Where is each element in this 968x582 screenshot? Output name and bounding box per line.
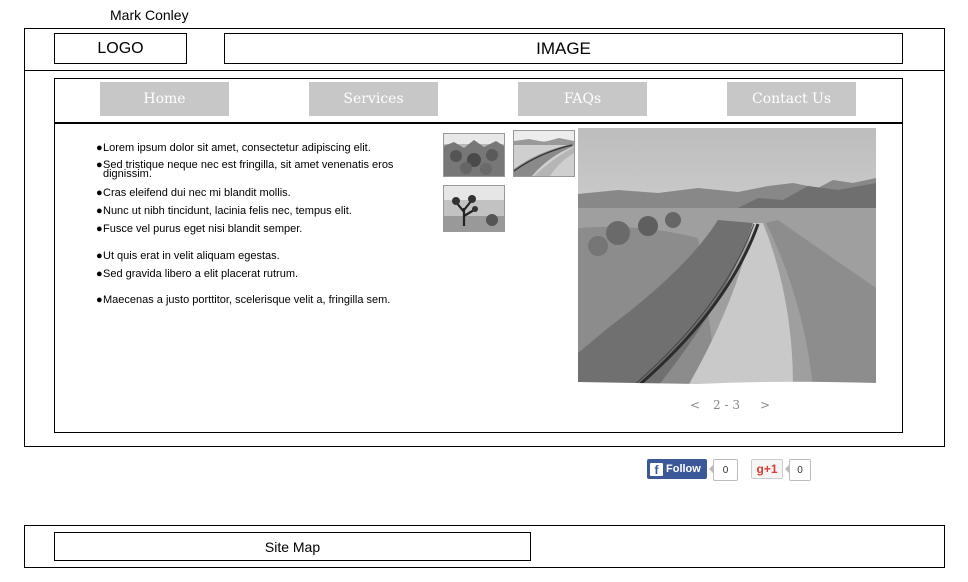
bullet-dot: ● <box>96 205 103 217</box>
list-item: ● Sed gravida libero a elit placerat rut… <box>96 268 406 280</box>
list-item-text: Fusce vel purus eget nisi blandit semper… <box>103 223 303 235</box>
bullet-dot: ● <box>96 223 103 235</box>
facebook-follow-label: Follow <box>666 463 701 475</box>
list-item: ● Fusce vel purus eget nisi blandit semp… <box>96 223 406 235</box>
gallery-thumbnail[interactable] <box>443 133 505 177</box>
facebook-count: 0 <box>709 459 738 481</box>
nav-services-button[interactable]: Services <box>309 82 438 116</box>
main-gallery-photo <box>578 128 876 386</box>
list-item-text: Maecenas a justo porttitor, scelerisque … <box>103 294 391 306</box>
pager-status: 2 - 3 <box>713 398 740 412</box>
list-item: ● Cras eleifend dui nec mi blandit molli… <box>96 187 406 199</box>
nav-contact-button[interactable]: Contact Us <box>727 82 856 116</box>
list-item: ● Nunc ut nibh tincidunt, lacinia felis … <box>96 205 406 217</box>
bullet-dot: ● <box>96 159 103 171</box>
bullet-dot: ● <box>96 268 103 280</box>
site-title: Mark Conley <box>110 7 189 23</box>
list-item-text: Sed gravida libero a elit placerat rutru… <box>103 268 299 280</box>
bullet-dot: ● <box>96 294 103 306</box>
gallery-pager: < 2 - 3 > <box>690 398 780 416</box>
list-item: ● Ut quis erat in velit aliquam egestas. <box>96 250 406 262</box>
list-item: ● Maecenas a justo porttitor, scelerisqu… <box>96 294 406 306</box>
gallery-thumbnail[interactable] <box>443 185 505 232</box>
google-plus-button[interactable]: g+1 <box>751 459 783 479</box>
pager-prev-button[interactable]: < <box>690 398 700 412</box>
header-image-placeholder: IMAGE <box>224 33 903 64</box>
list-item-text: Lorem ipsum dolor sit amet, consectetur … <box>103 142 371 154</box>
pager-next-button[interactable]: > <box>760 398 770 412</box>
google-plus-count: 0 <box>785 459 811 481</box>
nav-home-button[interactable]: Home <box>100 82 229 116</box>
nav-faqs-button[interactable]: FAQs <box>518 82 647 116</box>
list-item-text: Sed tristique neque nec est fringilla, s… <box>103 159 394 180</box>
list-item: ● Sed tristique neque nec est fringilla,… <box>96 159 406 180</box>
bullet-dot: ● <box>96 250 103 262</box>
bullet-dot: ● <box>96 187 103 199</box>
gallery-thumbnail[interactable] <box>513 130 575 177</box>
list-item-text: Cras eleifend dui nec mi blandit mollis. <box>103 187 291 199</box>
bullet-dot: ● <box>96 142 103 154</box>
logo-placeholder[interactable]: LOGO <box>54 33 187 64</box>
facebook-follow-button[interactable]: f Follow <box>647 459 707 479</box>
list-item-text: Nunc ut nibh tincidunt, lacinia felis ne… <box>103 205 352 217</box>
list-item-text: Ut quis erat in velit aliquam egestas. <box>103 250 280 262</box>
sitemap-link[interactable]: Site Map <box>54 532 531 561</box>
facebook-icon: f <box>650 462 663 476</box>
list-item: ● Lorem ipsum dolor sit amet, consectetu… <box>96 142 406 154</box>
